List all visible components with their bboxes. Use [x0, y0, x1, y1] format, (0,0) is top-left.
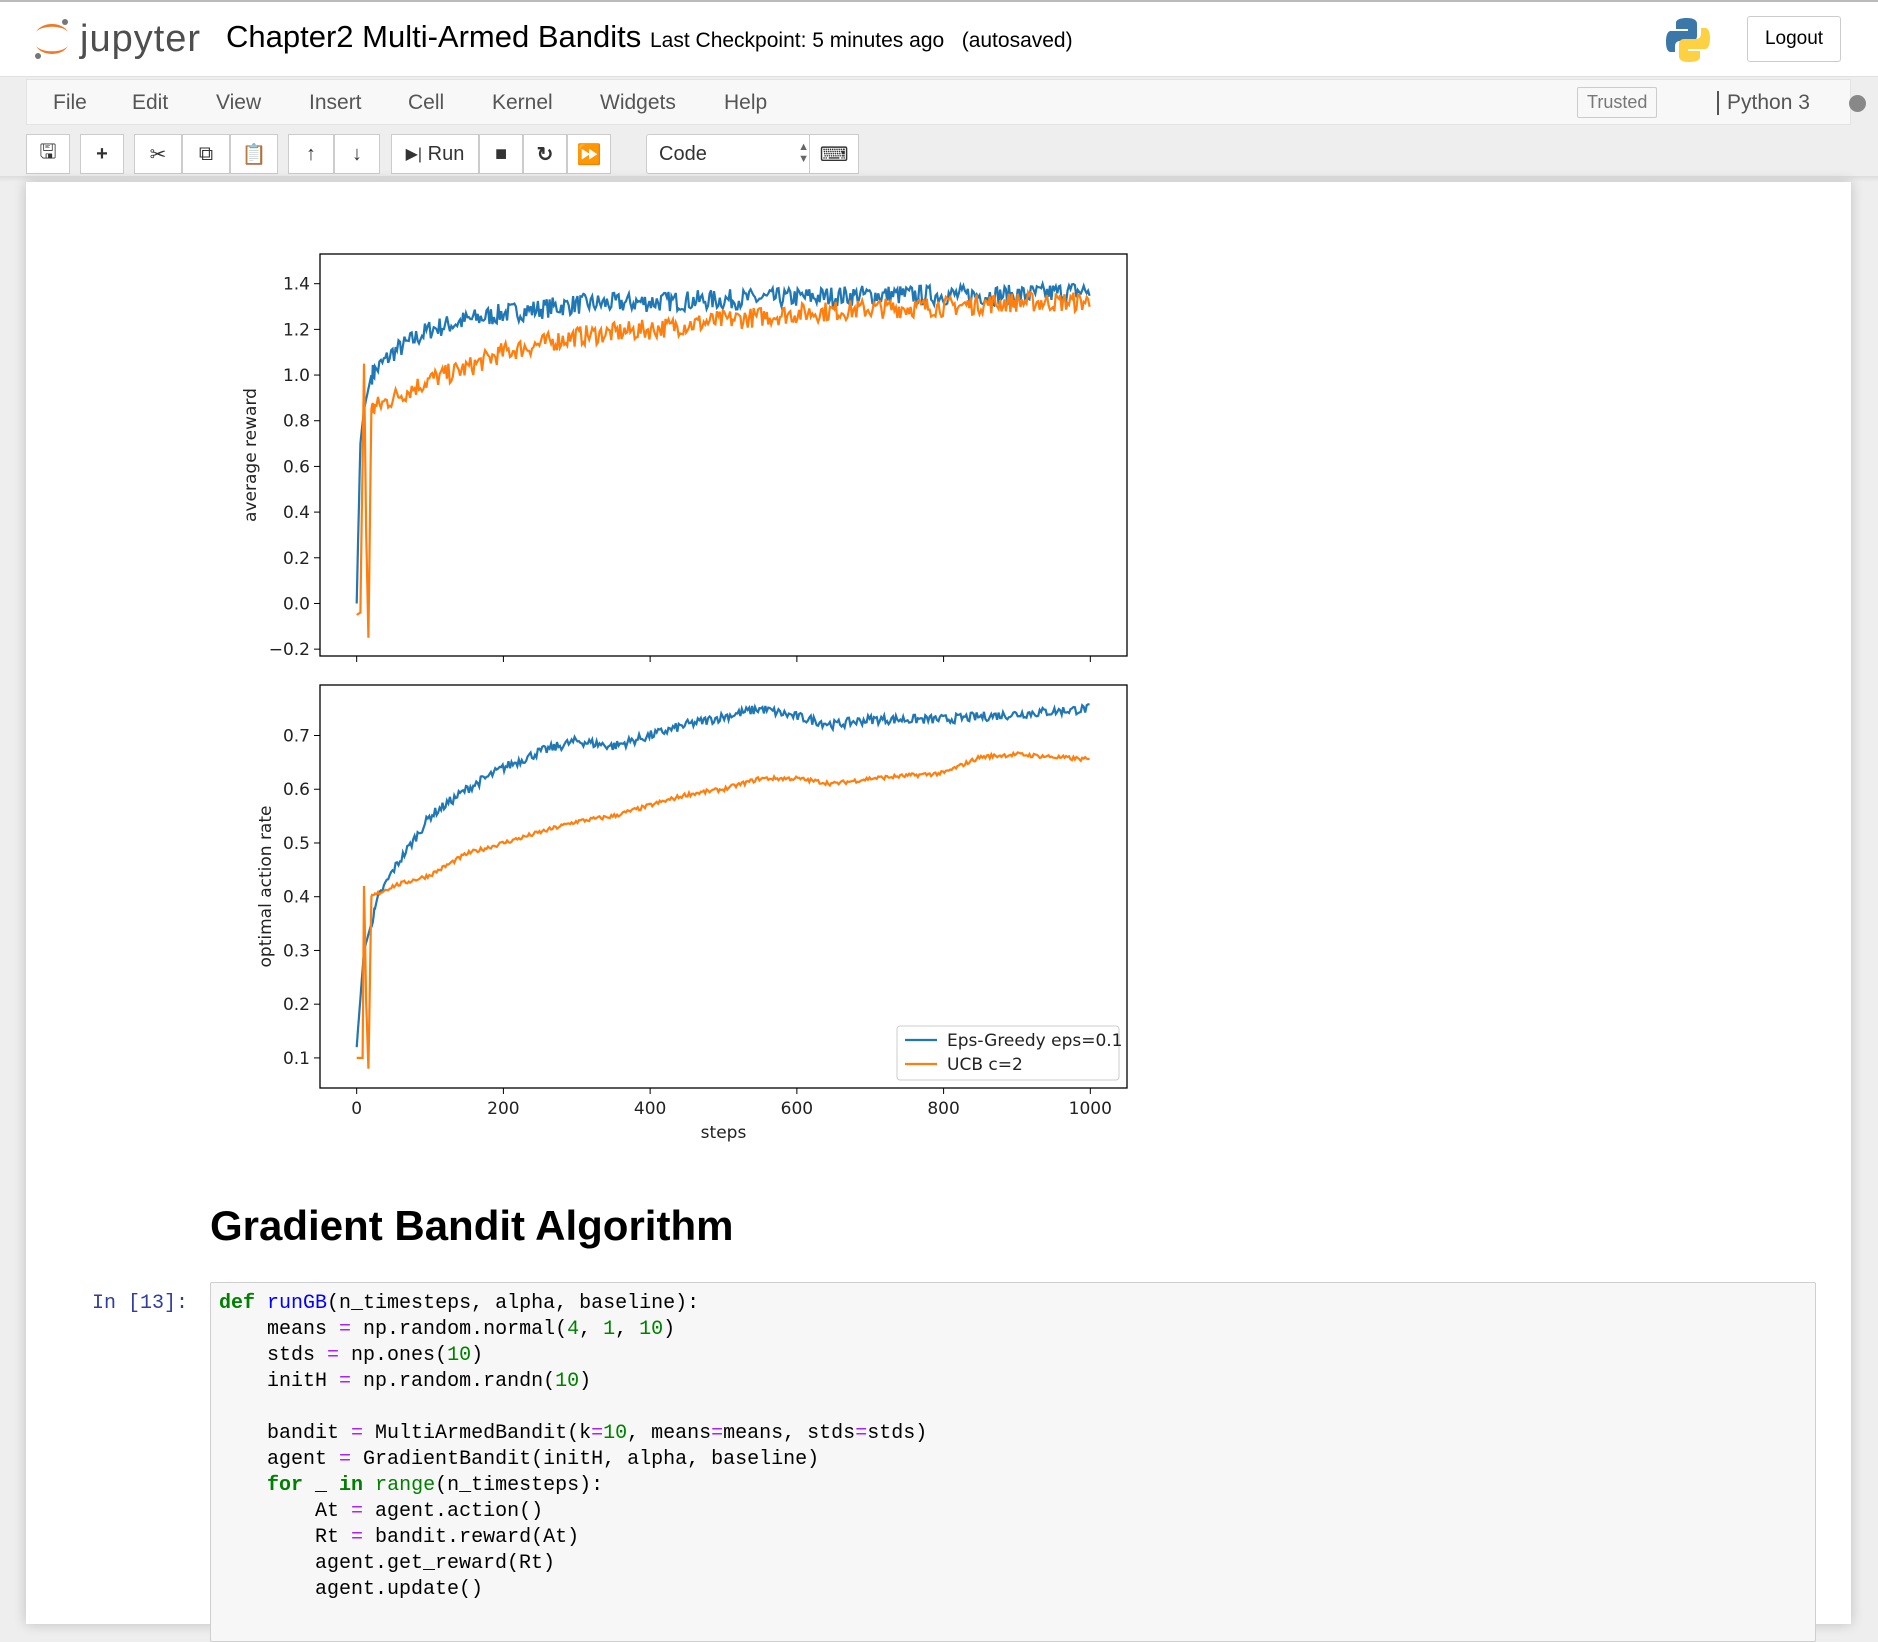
- code-token: 10: [555, 1370, 580, 1393]
- y-tick-label: 1.0: [283, 366, 310, 386]
- code-token: =: [351, 1526, 364, 1549]
- code-line: agent.update(): [219, 1577, 1807, 1603]
- code-token: =: [855, 1422, 868, 1445]
- series-line-ucb: [356, 750, 1091, 1069]
- code-line: means = np.random.normal(4, 1, 10): [219, 1317, 1807, 1343]
- code-token: =: [339, 1448, 352, 1471]
- code-token: runGB: [267, 1292, 328, 1315]
- code-line: stds = np.ones(10): [219, 1343, 1807, 1369]
- code-token: (n_timesteps, alpha, baseline):: [327, 1292, 700, 1315]
- y-tick-label: −0.2: [269, 640, 310, 660]
- y-tick-label: 0.0: [283, 594, 310, 614]
- code-token: GradientBandit(initH, alpha, baseline): [351, 1448, 820, 1471]
- code-line: bandit = MultiArmedBandit(k=10, means=me…: [219, 1421, 1807, 1447]
- code-token: =: [327, 1344, 340, 1367]
- code-token: =: [339, 1318, 352, 1341]
- code-token: in: [339, 1474, 364, 1497]
- code-line: agent.get_reward(Rt): [219, 1551, 1807, 1577]
- y-tick-label: 0.4: [283, 503, 310, 523]
- x-tick-label: 0: [351, 1099, 362, 1119]
- code-token: =: [711, 1422, 724, 1445]
- y-tick-label: 0.6: [283, 457, 310, 477]
- y-tick-label: 0.2: [283, 995, 310, 1015]
- y-tick-label: 0.3: [283, 941, 310, 961]
- code-token: 10: [639, 1318, 664, 1341]
- code-token: 10: [447, 1344, 472, 1367]
- code-token: stds: [219, 1344, 328, 1367]
- code-token: initH: [219, 1370, 340, 1393]
- code-token: np.random.normal(: [351, 1318, 568, 1341]
- code-token: np.ones(: [339, 1344, 448, 1367]
- code-token: (n_timesteps):: [435, 1474, 604, 1497]
- x-tick-label: 400: [634, 1099, 666, 1119]
- code-line: At = agent.action(): [219, 1499, 1807, 1525]
- series-line-eps-greedy: [355, 703, 1090, 1048]
- code-editor[interactable]: def runGB(n_timesteps, alpha, baseline):…: [210, 1282, 1816, 1642]
- code-token: _: [303, 1474, 340, 1497]
- x-tick-label: 200: [487, 1099, 519, 1119]
- legend-label: UCB c=2: [947, 1055, 1023, 1075]
- code-line: def runGB(n_timesteps, alpha, baseline):: [219, 1291, 1807, 1317]
- x-tick-label: 800: [927, 1099, 959, 1119]
- code-token: =: [351, 1422, 364, 1445]
- code-token: 10: [603, 1422, 628, 1445]
- code-token: agent.get_reward(Rt): [219, 1552, 556, 1575]
- code-token: stds): [867, 1422, 928, 1445]
- y-tick-label: 0.5: [283, 834, 310, 854]
- code-token: , means: [627, 1422, 712, 1445]
- y-axis-label: optimal action rate: [256, 806, 276, 968]
- code-token: agent.action(): [363, 1500, 544, 1523]
- code-token: range: [375, 1474, 436, 1497]
- code-token: ): [579, 1370, 592, 1393]
- code-token: At: [219, 1500, 352, 1523]
- code-token: means, stds: [723, 1422, 856, 1445]
- code-line: Rt = bandit.reward(At): [219, 1525, 1807, 1551]
- code-token: =: [351, 1500, 364, 1523]
- code-line: for _ in range(n_timesteps):: [219, 1473, 1807, 1499]
- code-token: ,: [615, 1318, 640, 1341]
- code-line: initH = np.random.randn(10): [219, 1369, 1807, 1395]
- y-axis-label: average reward: [241, 388, 261, 522]
- y-tick-label: 0.2: [283, 549, 310, 569]
- x-tick-label: 1000: [1069, 1099, 1112, 1119]
- input-prompt: In [13]:: [92, 1292, 189, 1315]
- series-line-ucb: [356, 288, 1091, 638]
- y-tick-label: 1.2: [283, 320, 310, 340]
- y-tick-label: 0.4: [283, 888, 310, 908]
- code-token: =: [591, 1422, 604, 1445]
- legend-label: Eps-Greedy eps=0.1: [947, 1031, 1123, 1051]
- code-token: 4: [567, 1318, 580, 1341]
- code-token: ): [663, 1318, 676, 1341]
- x-axis-label: steps: [701, 1123, 747, 1143]
- code-token: means: [219, 1318, 340, 1341]
- code-token: MultiArmedBandit(k: [363, 1422, 592, 1445]
- code-token: 1: [603, 1318, 616, 1341]
- y-tick-label: 0.7: [283, 727, 310, 747]
- y-tick-label: 0.1: [283, 1049, 310, 1069]
- code-token: bandit.reward(At): [363, 1526, 580, 1549]
- legend: Eps-Greedy eps=0.1 UCB c=2: [896, 1025, 1123, 1081]
- code-token: =: [339, 1370, 352, 1393]
- code-token: ): [471, 1344, 484, 1367]
- markdown-heading: Gradient Bandit Algorithm: [210, 1202, 734, 1249]
- code-line: agent = GradientBandit(initH, alpha, bas…: [219, 1447, 1807, 1473]
- series-line-eps-greedy: [355, 279, 1091, 604]
- y-tick-label: 0.6: [283, 780, 310, 800]
- code-token: for: [267, 1474, 304, 1497]
- y-tick-label: 0.8: [283, 412, 310, 432]
- code-token: agent.update(): [219, 1578, 484, 1601]
- x-tick-label: 600: [781, 1099, 813, 1119]
- code-token: def: [219, 1292, 256, 1315]
- code-token: Rt: [219, 1526, 352, 1549]
- y-tick-label: 1.4: [283, 275, 310, 295]
- code-token: agent: [219, 1448, 340, 1471]
- code-token: bandit: [219, 1422, 352, 1445]
- code-token: np.random.randn(: [351, 1370, 556, 1393]
- code-token: ,: [579, 1318, 604, 1341]
